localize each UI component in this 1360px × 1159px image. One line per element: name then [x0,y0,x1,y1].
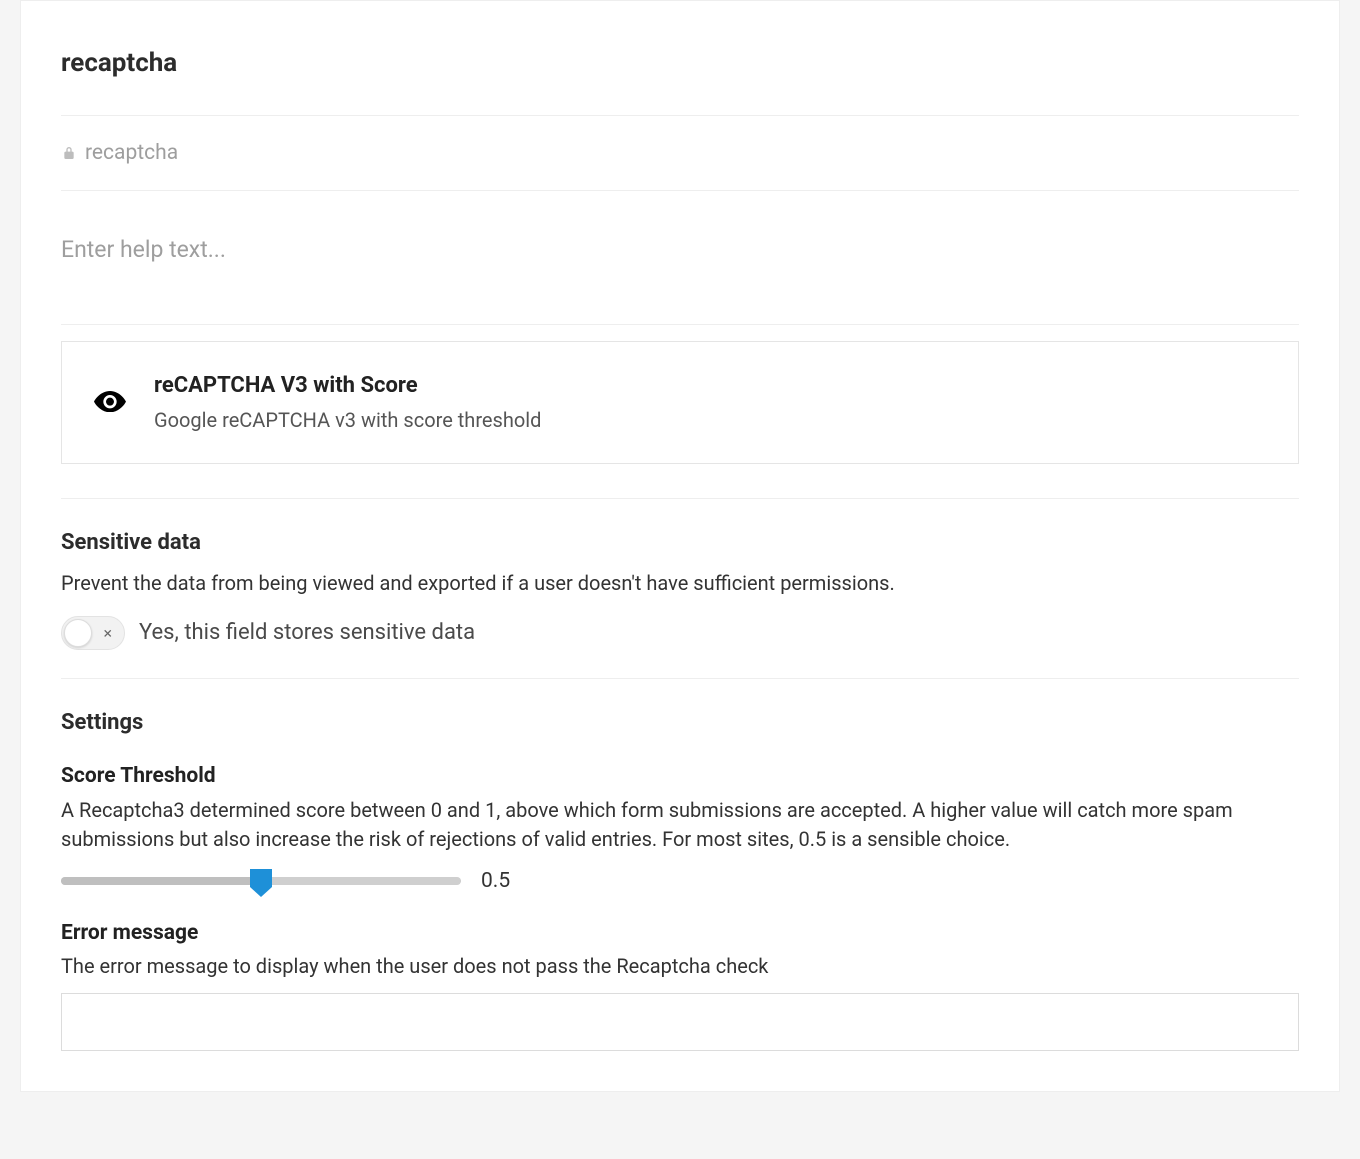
error-message-label: Error message [61,918,1299,948]
error-message-input[interactable] [61,993,1299,1051]
lock-icon [61,145,77,161]
sensitive-data-toggle-row: × Yes, this field stores sensitive data [61,616,1299,679]
slider-thumb[interactable] [250,869,272,897]
error-message-description: The error message to display when the us… [61,952,1299,981]
score-threshold-value: 0.5 [481,866,510,896]
field-id-text: recaptcha [85,138,178,168]
score-threshold-label: Score Threshold [61,761,1299,791]
eye-icon [94,391,126,415]
sensitive-data-toggle-label: Yes, this field stores sensitive data [139,617,475,649]
toggle-knob [64,619,92,647]
field-type-subtitle: Google reCAPTCHA v3 with score threshold [154,406,541,435]
toggle-state-glyph: × [103,622,112,645]
score-threshold-slider[interactable]: 0.5 [61,866,1299,896]
sensitive-data-heading: Sensitive data [61,527,1299,559]
slider-fill [61,877,261,885]
field-type-text: reCAPTCHA V3 with Score Google reCAPTCHA… [154,370,541,435]
divider [61,498,1299,499]
slider-track[interactable] [61,877,461,885]
field-settings-panel: recaptcha recaptcha Enter help text... r… [20,0,1340,1092]
sensitive-data-toggle[interactable]: × [61,616,125,650]
settings-heading: Settings [61,707,1299,739]
panel-title: recaptcha [61,45,1299,116]
field-type-card[interactable]: reCAPTCHA V3 with Score Google reCAPTCHA… [61,341,1299,464]
field-type-title: reCAPTCHA V3 with Score [154,370,541,402]
help-text-input[interactable]: Enter help text... [61,191,1299,325]
field-id-row: recaptcha [61,116,1299,191]
sensitive-data-description: Prevent the data from being viewed and e… [61,569,1299,598]
score-threshold-description: A Recaptcha3 determined score between 0 … [61,796,1299,854]
